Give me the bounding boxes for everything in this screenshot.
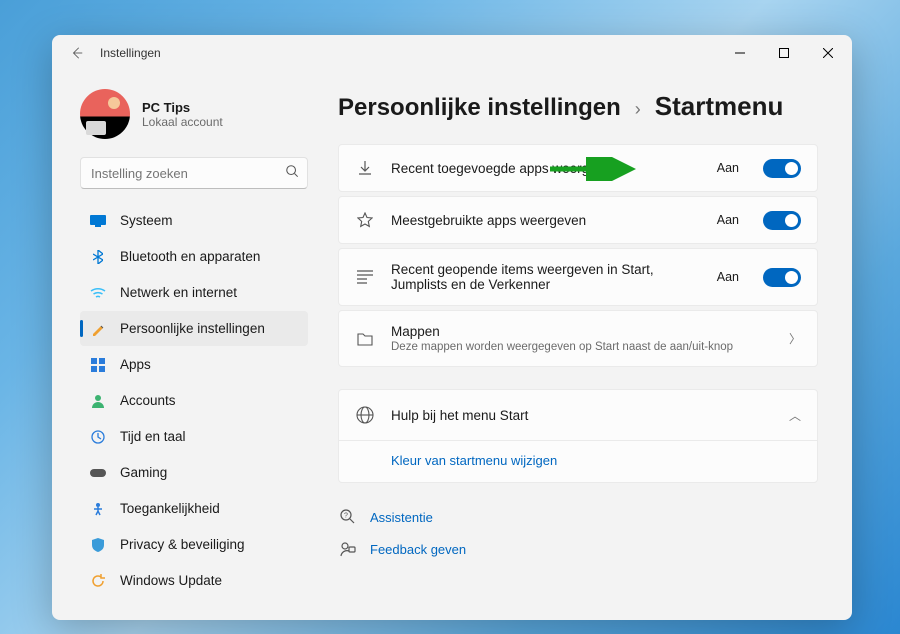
chevron-right-icon: 〉 xyxy=(789,330,801,347)
nav-bluetooth[interactable]: Bluetooth en apparaten xyxy=(80,239,308,274)
user-name: PC Tips xyxy=(142,100,223,115)
toggle-state: Aan xyxy=(717,213,739,227)
nav-label: Systeem xyxy=(120,213,173,228)
user-account-type: Lokaal account xyxy=(142,115,223,129)
shield-icon xyxy=(90,537,106,553)
star-icon xyxy=(355,210,375,230)
main-panel: Persoonlijke instellingen › Startmenu Re… xyxy=(320,71,852,620)
setting-title: Mappen xyxy=(391,324,773,339)
nav-gaming[interactable]: Gaming xyxy=(80,455,308,490)
setting-title: Meestgebruikte apps weergeven xyxy=(391,213,701,228)
search-box[interactable] xyxy=(80,157,308,189)
setting-recent-apps: Recent toegevoegde apps weergeven Aan xyxy=(338,144,818,192)
nav-accessibility[interactable]: Toegankelijkheid xyxy=(80,491,308,526)
nav-time[interactable]: Tijd en taal xyxy=(80,419,308,454)
person-icon xyxy=(90,393,106,409)
nav-personalization[interactable]: Persoonlijke instellingen xyxy=(80,311,308,346)
setting-title: Recent geopende items weergeven in Start… xyxy=(391,262,701,292)
search-icon xyxy=(285,164,299,183)
nav-apps[interactable]: Apps xyxy=(80,347,308,382)
nav-label: Privacy & beveiliging xyxy=(120,537,245,552)
footer-links: ? Assistentie Feedback geven xyxy=(338,501,818,565)
nav-label: Windows Update xyxy=(120,573,222,588)
gaming-icon xyxy=(90,465,106,481)
nav-list: Systeem Bluetooth en apparaten Netwerk e… xyxy=(80,203,308,598)
nav-label: Gaming xyxy=(120,465,167,480)
breadcrumb: Persoonlijke instellingen › Startmenu xyxy=(338,91,818,122)
toggle-state: Aan xyxy=(717,161,739,175)
window-title: Instellingen xyxy=(100,46,161,60)
nav-label: Tijd en taal xyxy=(120,429,186,444)
toggle-recent-items[interactable] xyxy=(763,268,801,287)
breadcrumb-parent[interactable]: Persoonlijke instellingen xyxy=(338,94,621,122)
content-area: PC Tips Lokaal account Systeem Bluetooth… xyxy=(52,71,852,620)
sidebar: PC Tips Lokaal account Systeem Bluetooth… xyxy=(52,71,320,620)
nav-systeem[interactable]: Systeem xyxy=(80,203,308,238)
breadcrumb-separator: › xyxy=(635,99,641,120)
nav-label: Apps xyxy=(120,357,151,372)
back-button[interactable] xyxy=(66,42,88,64)
paintbrush-icon xyxy=(90,321,106,337)
toggle-state: Aan xyxy=(717,270,739,284)
list-icon xyxy=(355,267,375,287)
help-expander[interactable]: Hulp bij het menu Start ︿ xyxy=(339,390,817,440)
setting-recent-items: Recent geopende items weergeven in Start… xyxy=(338,248,818,306)
window-controls xyxy=(718,38,850,68)
avatar xyxy=(80,89,130,139)
link-assistentie[interactable]: ? Assistentie xyxy=(338,501,818,533)
nav-label: Bluetooth en apparaten xyxy=(120,249,260,264)
bluetooth-icon xyxy=(90,249,106,265)
feedback-icon xyxy=(338,539,358,559)
svg-text:?: ? xyxy=(344,513,348,520)
search-input[interactable] xyxy=(91,166,285,181)
nav-label: Toegankelijkheid xyxy=(120,501,220,516)
nav-accounts[interactable]: Accounts xyxy=(80,383,308,418)
chevron-up-icon: ︿ xyxy=(789,407,801,424)
assist-icon: ? xyxy=(338,507,358,527)
settings-window: Instellingen PC Tips Lokaal account xyxy=(52,35,852,620)
update-icon xyxy=(90,573,106,589)
nav-label: Persoonlijke instellingen xyxy=(120,321,265,336)
download-icon xyxy=(355,158,375,178)
link-label: Feedback geven xyxy=(370,542,466,557)
nav-label: Accounts xyxy=(120,393,176,408)
nav-update[interactable]: Windows Update xyxy=(80,563,308,598)
link-label: Assistentie xyxy=(370,510,433,525)
folder-icon xyxy=(355,329,375,349)
user-profile[interactable]: PC Tips Lokaal account xyxy=(80,75,308,157)
help-title: Hulp bij het menu Start xyxy=(391,408,773,423)
help-card: Hulp bij het menu Start ︿ Kleur van star… xyxy=(338,389,818,483)
toggle-most-used[interactable] xyxy=(763,211,801,230)
accessibility-icon xyxy=(90,501,106,517)
minimize-button[interactable] xyxy=(718,38,762,68)
close-button[interactable] xyxy=(806,38,850,68)
breadcrumb-current: Startmenu xyxy=(655,91,784,122)
monitor-icon xyxy=(90,213,106,229)
setting-title: Recent toegevoegde apps weergeven xyxy=(391,161,701,176)
toggle-recent-apps[interactable] xyxy=(763,159,801,178)
apps-icon xyxy=(90,357,106,373)
wifi-icon xyxy=(90,285,106,301)
help-link-color[interactable]: Kleur van startmenu wijzigen xyxy=(339,440,817,482)
nav-privacy[interactable]: Privacy & beveiliging xyxy=(80,527,308,562)
setting-most-used: Meestgebruikte apps weergeven Aan xyxy=(338,196,818,244)
setting-folders[interactable]: Mappen Deze mappen worden weergegeven op… xyxy=(338,310,818,367)
setting-subtitle: Deze mappen worden weergegeven op Start … xyxy=(391,341,773,353)
link-feedback[interactable]: Feedback geven xyxy=(338,533,818,565)
maximize-button[interactable] xyxy=(762,38,806,68)
titlebar: Instellingen xyxy=(52,35,852,71)
help-globe-icon xyxy=(355,405,375,425)
nav-label: Netwerk en internet xyxy=(120,285,237,300)
globe-clock-icon xyxy=(90,429,106,445)
nav-network[interactable]: Netwerk en internet xyxy=(80,275,308,310)
